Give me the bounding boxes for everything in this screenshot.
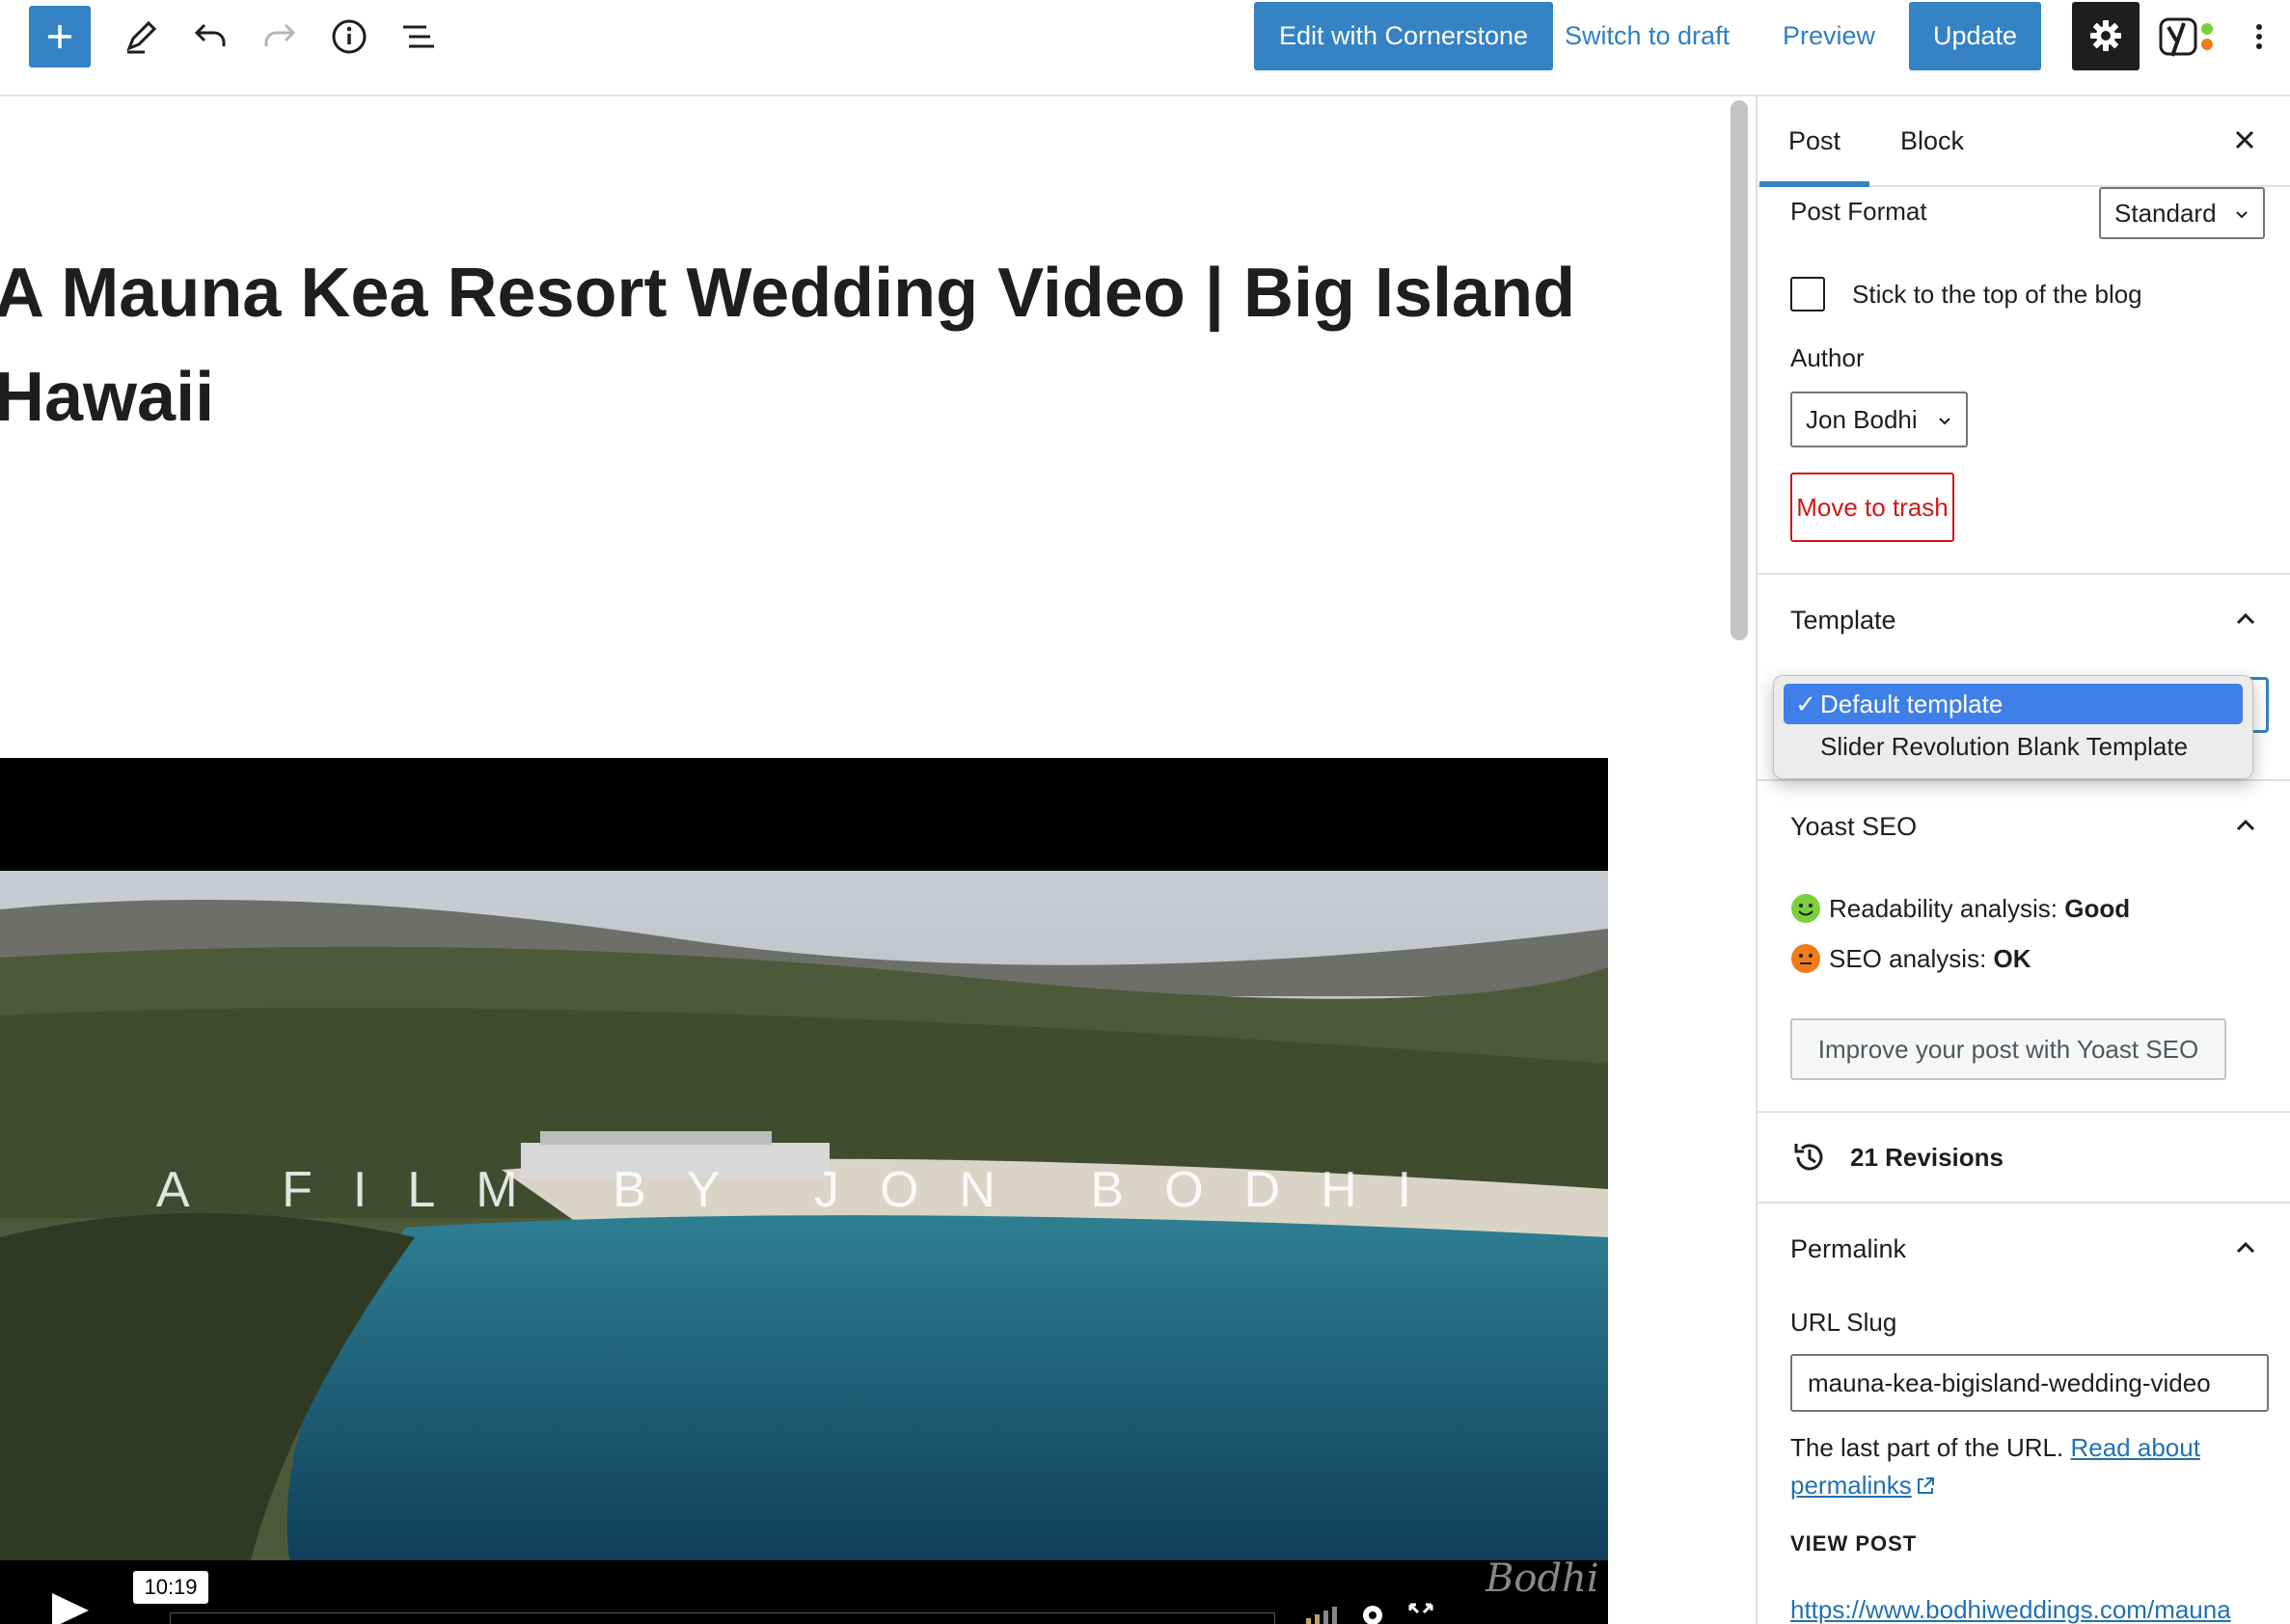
video-progress-bar[interactable] (170, 1612, 1275, 1624)
chevron-up-icon[interactable] (2230, 810, 2261, 841)
divider (1758, 1202, 2290, 1204)
template-option-label: Default template (1820, 689, 2004, 718)
move-to-trash-button[interactable]: Move to trash (1790, 473, 1954, 542)
close-icon[interactable] (2228, 123, 2261, 156)
seo-value: OK (1993, 943, 2031, 973)
readability-value: Good (2064, 893, 2131, 923)
template-option-default[interactable]: ✓ Default template (1784, 684, 2243, 724)
author-value: Jon Bodhi (1806, 404, 1918, 434)
checkmark-icon: ✓ (1795, 689, 1816, 718)
template-option-label: Slider Revolution Blank Template (1820, 731, 2189, 761)
list-view-button[interactable] (395, 14, 442, 60)
url-slug-label: URL Slug (1790, 1308, 1897, 1337)
chevron-down-icon (2236, 211, 2248, 219)
post-format-value: Standard (2114, 198, 2217, 228)
history-icon (1794, 1144, 1823, 1171)
chevron-up-icon[interactable] (2230, 1232, 2261, 1263)
add-block-button[interactable] (29, 6, 91, 68)
editor-scrollbar[interactable] (1731, 100, 1748, 640)
video-caption: A FILM BY JON BODHI (155, 1162, 1453, 1218)
video-logo: Bodhi (1486, 1556, 1599, 1601)
video-timestamp: 10:19 (133, 1571, 208, 1604)
more-options-icon (2256, 24, 2262, 49)
sticky-checkbox[interactable] (1790, 277, 1825, 311)
video-settings-icon[interactable] (1358, 1601, 1387, 1624)
undo-icon (194, 23, 226, 46)
post-title[interactable]: A Mauna Kea Resort Wedding Video | Big I… (0, 241, 1576, 449)
pencil-icon (126, 20, 157, 54)
chevron-down-icon (1939, 418, 1950, 425)
author-label: Author (1790, 343, 1865, 372)
divider (1758, 779, 2290, 781)
template-option-slider-revolution[interactable]: Slider Revolution Blank Template (1784, 726, 2243, 767)
divider (1758, 1111, 2290, 1113)
permalink-help-text: The last part of the URL. (1790, 1433, 2064, 1462)
author-select[interactable]: Jon Bodhi (1790, 392, 1968, 447)
post-format-select[interactable]: Standard (2099, 187, 2265, 239)
list-view-icon (403, 25, 434, 48)
tools-button[interactable] (118, 14, 164, 60)
improve-with-yoast-button[interactable]: Improve your post with Yoast SEO (1790, 1018, 2226, 1080)
fullscreen-icon[interactable] (1408, 1603, 1433, 1624)
chevron-up-icon[interactable] (2230, 604, 2261, 635)
plus-icon (48, 25, 71, 48)
ok-face-icon (1791, 944, 1820, 973)
tab-post[interactable]: Post (1758, 96, 1870, 187)
details-button[interactable] (326, 14, 372, 60)
edit-with-cornerstone-button[interactable]: Edit with Cornerstone (1254, 2, 1553, 70)
gear-icon (2090, 20, 2121, 51)
seo-row: SEO analysis: OK (1790, 943, 2031, 974)
template-dropdown-menu: ✓ Default template Slider Revolution Bla… (1773, 675, 2253, 779)
readability-row: Readability analysis: Good (1790, 893, 2130, 924)
redo-icon (264, 23, 296, 46)
good-face-icon (1791, 894, 1820, 923)
options-button[interactable] (2248, 14, 2271, 60)
sticky-label: Stick to the top of the blog (1852, 280, 2142, 309)
readability-label: Readability analysis: (1829, 893, 2058, 923)
permalink-help: The last part of the URL. Read about per… (1790, 1429, 2253, 1504)
divider (1758, 573, 2290, 575)
editor-canvas: A Mauna Kea Resort Wedding Video | Big I… (0, 96, 1717, 1624)
view-post-link[interactable]: https://www.bodhiweddings.com/mauna (1790, 1595, 2231, 1624)
preview-button[interactable]: Preview (1783, 2, 1875, 70)
yoast-icon (2159, 17, 2213, 57)
yoast-panel-title[interactable]: Yoast SEO (1790, 812, 1917, 842)
permalink-panel-title[interactable]: Permalink (1790, 1234, 1906, 1264)
revisions-label: 21 Revisions (1850, 1142, 2004, 1172)
volume-icon[interactable] (1304, 1605, 1339, 1624)
sidebar-tabs: Post Block (1758, 96, 2290, 187)
update-button[interactable]: Update (1909, 2, 2041, 70)
yoast-button[interactable] (2159, 12, 2219, 62)
redo-button[interactable] (257, 14, 303, 60)
revisions-link[interactable]: 21 Revisions (1790, 1138, 2004, 1177)
url-slug-input[interactable]: mauna-kea-bigisland-wedding-video (1790, 1354, 2269, 1412)
info-icon (332, 19, 367, 54)
template-panel-title[interactable]: Template (1790, 606, 1896, 636)
undo-button[interactable] (187, 14, 233, 60)
seo-label: SEO analysis: (1829, 943, 1987, 973)
settings-sidebar: Post Block Post Format Standard Stick to… (1756, 96, 2290, 1624)
settings-button[interactable] (2072, 2, 2140, 70)
external-link-icon (1917, 1477, 1934, 1494)
tab-block[interactable]: Block (1900, 96, 1964, 185)
post-format-label: Post Format (1790, 197, 1927, 226)
editor-toolbar: Edit with Cornerstone Switch to draft Pr… (0, 0, 2290, 96)
switch-to-draft-button[interactable]: Switch to draft (1565, 2, 1730, 70)
view-post-label: VIEW POST (1790, 1531, 1918, 1556)
play-icon[interactable] (50, 1591, 91, 1624)
